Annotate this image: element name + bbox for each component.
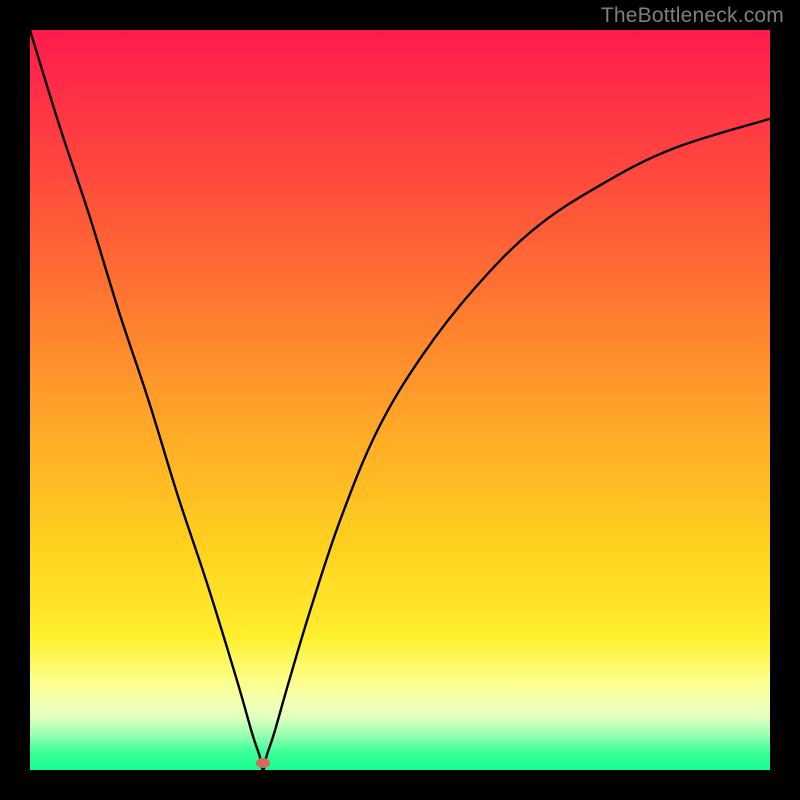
bottleneck-curve bbox=[30, 30, 770, 770]
optimal-point-marker bbox=[256, 758, 270, 768]
curve-svg bbox=[30, 30, 770, 770]
plot-area bbox=[30, 30, 770, 770]
watermark-text: TheBottleneck.com bbox=[601, 4, 784, 28]
chart-frame: TheBottleneck.com bbox=[0, 0, 800, 800]
